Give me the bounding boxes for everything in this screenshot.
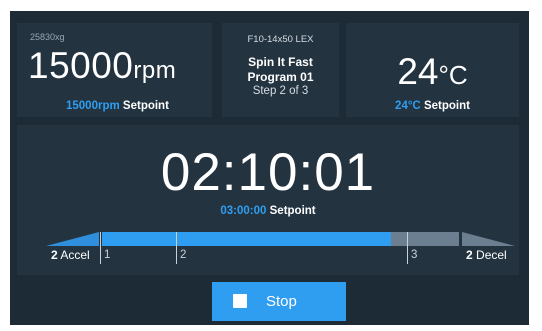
stop-square-icon — [233, 294, 247, 308]
step-number-2: 2 — [180, 249, 187, 261]
rotor-name: F10-14x50 LEX — [247, 34, 314, 45]
accel-value: 2 — [51, 248, 58, 262]
timer-remaining: 02:10:01 — [160, 143, 376, 202]
temperature-current: 24°C — [346, 52, 519, 95]
accel-text: Accel — [60, 248, 90, 262]
step-number-1: 1 — [104, 249, 111, 261]
speed-setpoint: 15000rpm Setpoint — [66, 100, 169, 112]
timer-setpoint-label: Setpoint — [269, 205, 316, 217]
run-progress-fill — [102, 232, 392, 246]
stop-button-label: Stop — [266, 293, 297, 310]
temperature-current-unit: °C — [438, 60, 468, 90]
temperature-setpoint-value: 24°C — [395, 100, 421, 112]
step-divider-2 — [176, 232, 177, 264]
step-number-3: 3 — [411, 249, 418, 261]
stop-button[interactable]: Stop — [212, 282, 346, 321]
step-divider-3 — [407, 232, 408, 264]
accel-label: 2 Accel — [51, 248, 90, 262]
speed-current-unit: rpm — [133, 57, 177, 84]
rcf-value: 25830xg — [30, 32, 65, 42]
step-divider-1 — [100, 232, 101, 264]
program-number: Program 01 — [247, 70, 314, 84]
speed-current-value: 15000 — [28, 45, 134, 86]
timer-setpoint: 03:00:00 Setpoint — [17, 205, 519, 217]
temperature-setpoint-label: Setpoint — [423, 100, 470, 112]
decel-value: 2 — [466, 248, 473, 262]
temperature-current-value: 24 — [397, 51, 439, 92]
timer-setpoint-value: 03:00:00 — [220, 205, 267, 217]
speed-current: 15000rpm — [28, 46, 176, 91]
temperature-setpoint: 24°C Setpoint — [346, 100, 519, 112]
speed-setpoint-label: Setpoint — [122, 100, 169, 112]
program-step: Step 2 of 3 — [252, 85, 309, 97]
decel-text: Decel — [476, 248, 507, 262]
program-name: Spin It Fast — [248, 55, 313, 69]
decel-label: 2 Decel — [466, 248, 507, 262]
speed-setpoint-value: 15000rpm — [66, 100, 120, 112]
